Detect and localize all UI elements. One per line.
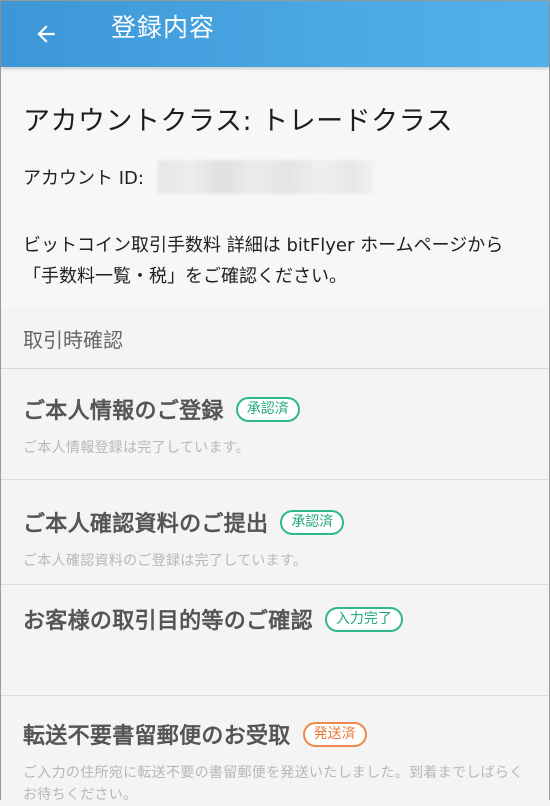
item-title-row: ご本人情報のご登録 承認済 [23, 393, 527, 425]
list-item-registered-mail[interactable]: 転送不要書留郵便のお受取 発送済 ご入力の住所宛に転送不要の書留郵便を発送いたし… [1, 696, 549, 806]
account-id-row: アカウント ID: [23, 160, 549, 194]
section-header: 取引時確認 [1, 307, 549, 369]
app-bar: 登録内容 [1, 1, 549, 67]
item-title: 転送不要書留郵便のお受取 [23, 724, 291, 749]
item-subtitle: ご本人確認資料のご登録は完了しています。 [23, 553, 308, 569]
account-class: アカウントクラス: トレードクラス [23, 106, 454, 137]
list-item-trade-purpose[interactable]: お客様の取引目的等のご確認 入力完了 [1, 585, 549, 696]
item-subtitle: ご本人情報登録は完了しています。 [23, 440, 250, 456]
arrow-left-icon [37, 25, 55, 43]
item-subtitle: ご入力の住所宛に転送不要の書留郵便を発送いたしました。到着までしばらくお待ちくだ… [23, 765, 524, 803]
account-id-value-redacted [157, 160, 374, 194]
item-title: ご本人情報のご登録 [23, 399, 224, 424]
status-badge: 承認済 [280, 509, 345, 535]
item-title-row: 転送不要書留郵便のお受取 発送済 [23, 718, 527, 750]
account-summary: アカウントクラス: トレードクラス アカウント ID: ビットコイン取引手数料 … [1, 67, 549, 307]
fee-note: ビットコイン取引手数料 詳細は bitFlyer ホームページから「手数料一覧・… [23, 235, 504, 287]
status-badge: 発送済 [302, 721, 367, 747]
page-title: 登録内容 [111, 13, 216, 42]
list-item-id-documents[interactable]: ご本人確認資料のご提出 承認済 ご本人確認資料のご登録は完了しています。 [1, 480, 549, 585]
account-id-label: アカウント ID: [23, 168, 144, 189]
item-title-row: ご本人確認資料のご提出 承認済 [23, 506, 527, 538]
status-badge: 承認済 [235, 396, 300, 422]
item-title: ご本人確認資料のご提出 [23, 512, 269, 537]
item-title: お客様の取引目的等のご確認 [23, 609, 313, 634]
item-title-row: お客様の取引目的等のご確認 入力完了 [23, 603, 527, 635]
verification-list: ご本人情報のご登録 承認済 ご本人情報登録は完了しています。 ご本人確認資料のご… [1, 369, 549, 806]
back-button[interactable] [23, 11, 69, 57]
status-badge: 入力完了 [324, 606, 403, 632]
list-item-personal-info[interactable]: ご本人情報のご登録 承認済 ご本人情報登録は完了しています。 [1, 369, 549, 480]
